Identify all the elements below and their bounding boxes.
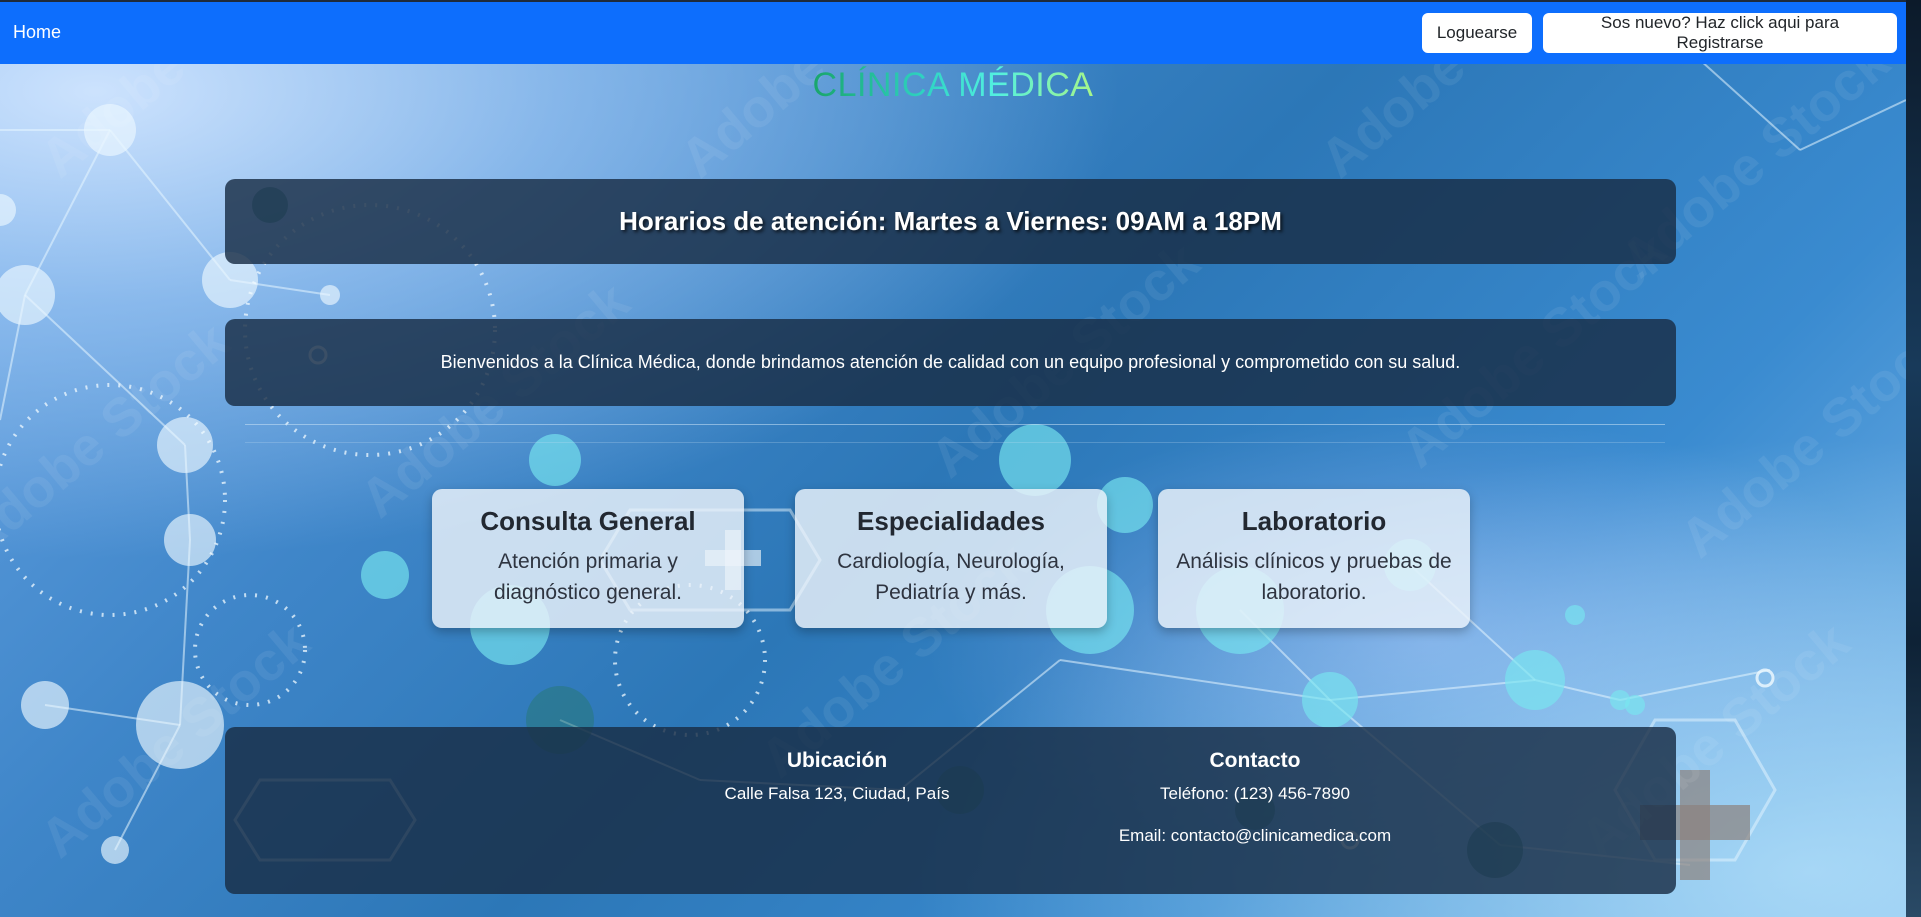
svg-text:Adobe Stock: Adobe Stock (1669, 310, 1906, 569)
service-card-description: Atención primaria y diagnóstico general. (494, 550, 682, 604)
footer-phone: Teléfono: (123) 456-7890 (1160, 784, 1350, 803)
footer-contact: Contacto Teléfono: (123) 456-7890 Email:… (1010, 749, 1500, 846)
navbar: Home Loguearse Sos nuevo? Haz click aqui… (0, 0, 1906, 64)
footer-location-heading: Ubicación (786, 749, 888, 772)
footer-email: Email: contacto@clinicamedica.com (1118, 826, 1392, 845)
section-divider-secondary (245, 442, 1665, 443)
footer: Ubicación Calle Falsa 123, Ciudad, País … (225, 727, 1676, 894)
welcome-text: Bienvenidos a la Clínica Médica, donde b… (440, 352, 1461, 372)
window-edge-strip (1906, 0, 1921, 917)
page-title-text: CLÍNICA MÉDICA (812, 66, 1094, 104)
register-button[interactable]: Sos nuevo? Haz click aqui para Registrar… (1543, 13, 1897, 53)
login-button[interactable]: Loguearse (1422, 13, 1532, 53)
section-divider (245, 424, 1665, 425)
service-card-especialidades: Especialidades Cardiología, Neurología, … (795, 489, 1107, 628)
footer-location: Ubicación Calle Falsa 123, Ciudad, País (642, 749, 1032, 804)
service-card-title: Consulta General (480, 506, 696, 536)
nav-home-link[interactable]: Home (13, 22, 61, 43)
service-card-title: Laboratorio (1241, 506, 1387, 536)
service-card-consulta-general: Consulta General Atención primaria y dia… (432, 489, 744, 628)
hours-panel: Horarios de atención: Martes a Viernes: … (225, 179, 1676, 264)
service-card-title: Especialidades (857, 506, 1045, 536)
hours-text: Horarios de atención: Martes a Viernes: … (619, 206, 1282, 236)
welcome-panel: Bienvenidos a la Clínica Médica, donde b… (225, 319, 1676, 406)
footer-contact-heading: Contacto (1209, 749, 1301, 772)
footer-address: Calle Falsa 123, Ciudad, País (724, 784, 950, 803)
service-card-description: Cardiología, Neurología, Pediatría y más… (837, 550, 1065, 604)
service-card-description: Análisis clínicos y pruebas de laborator… (1176, 550, 1452, 604)
service-card-laboratorio: Laboratorio Análisis clínicos y pruebas … (1158, 489, 1470, 628)
page-title: CLÍNICA MÉDICA (0, 66, 1906, 105)
